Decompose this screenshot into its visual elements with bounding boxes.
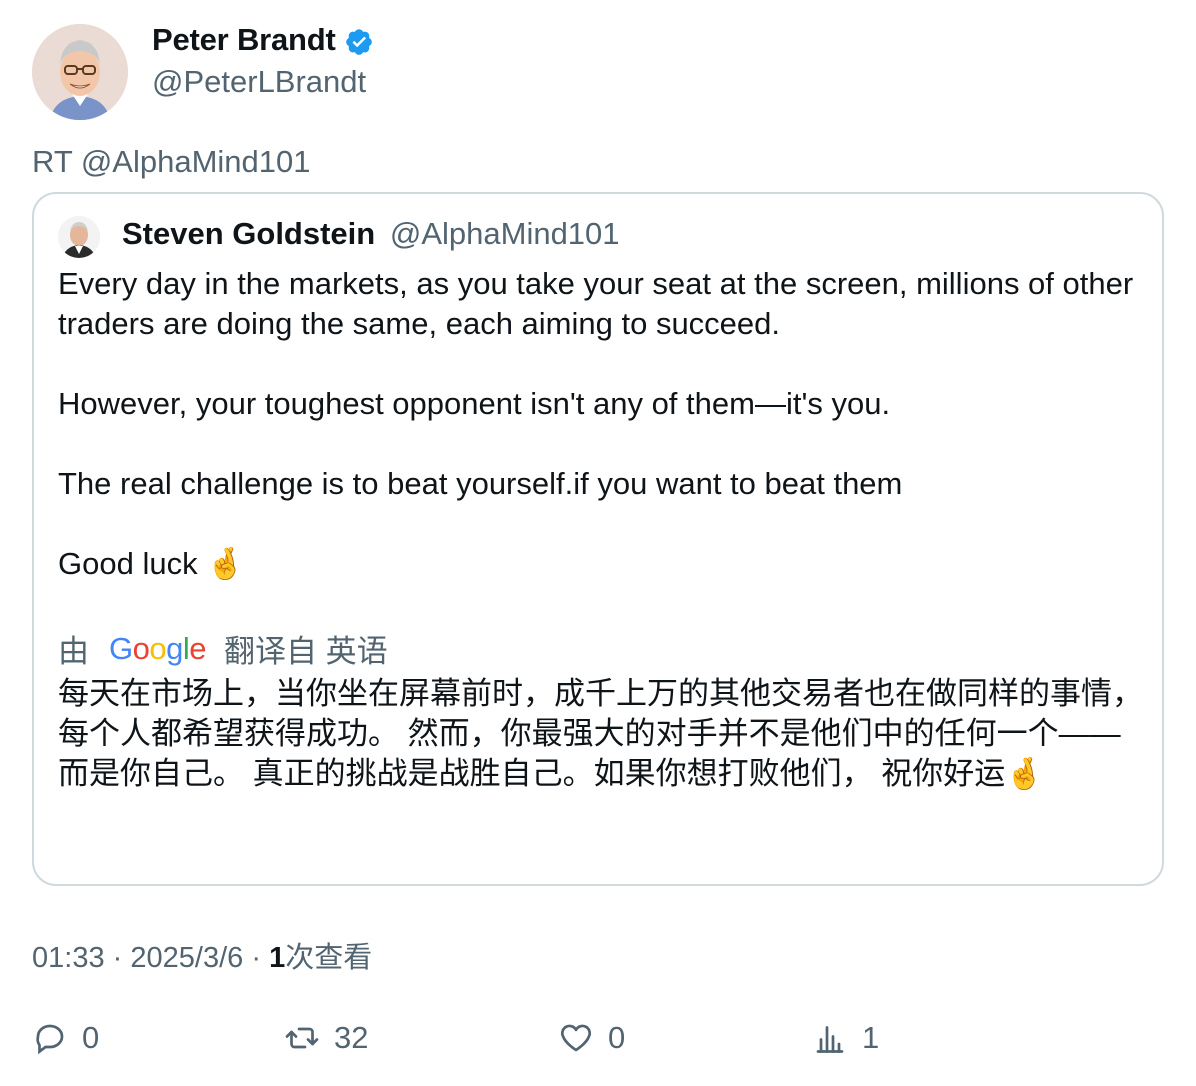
meta-separator: ·	[251, 942, 261, 974]
retweet-count: 32	[334, 1020, 369, 1055]
quoted-handle[interactable]: @AlphaMind101	[390, 216, 620, 251]
quoted-tweet-card[interactable]: Steven Goldstein @AlphaMind101 Every day…	[32, 192, 1164, 886]
quoted-paragraph	[58, 344, 1148, 384]
author-handle[interactable]: @PeterLBrandt	[152, 64, 366, 100]
quoted-header: Steven Goldstein @AlphaMind101	[122, 216, 620, 252]
views-button[interactable]: 1	[812, 1020, 879, 1056]
verified-badge-icon[interactable]	[344, 27, 374, 57]
analytics-icon	[816, 1026, 844, 1053]
retweet-button[interactable]: 32	[284, 1020, 368, 1056]
tweet-time[interactable]: 01:33	[32, 942, 105, 974]
quoted-paragraph: Good luck 🤞	[58, 546, 245, 581]
meta-separator: ·	[112, 942, 123, 974]
reply-count: 0	[82, 1020, 100, 1055]
tweet-date[interactable]: 2025/3/6	[130, 942, 243, 974]
quoted-display-name[interactable]: Steven Goldstein	[122, 216, 375, 251]
translated-from-label: 翻译自 英语	[224, 634, 388, 669]
like-count: 0	[608, 1020, 626, 1055]
reply-button[interactable]: 0	[32, 1020, 99, 1056]
quoted-paragraph: The real challenge is to beat yourself.i…	[58, 466, 903, 501]
retweet-icon	[285, 1027, 319, 1049]
views-label: 次查看	[285, 942, 373, 974]
quoted-paragraph	[58, 504, 1148, 544]
quoted-paragraph: However, your toughest opponent isn't an…	[58, 386, 891, 421]
quoted-paragraph: Every day in the markets, as you take yo…	[58, 266, 1134, 341]
author-avatar[interactable]	[32, 24, 128, 120]
quoted-author-avatar[interactable]	[58, 216, 100, 258]
author-display-name[interactable]: Peter Brandt	[152, 22, 336, 58]
quoted-paragraph	[58, 424, 1148, 464]
author-name-row: Peter Brandt	[152, 22, 374, 58]
quoted-tweet-text: Every day in the markets, as you take yo…	[58, 264, 1148, 584]
reply-icon	[36, 1024, 64, 1055]
heart-icon	[560, 1024, 592, 1052]
translation-attribution: 由 Google 翻译自 英语	[58, 626, 388, 671]
views-count: 1	[269, 942, 286, 974]
tweet-meta: 01:33 · 2025/3/6 · 1次查看	[32, 934, 372, 976]
tweet: Peter Brandt @PeterLBrandt RT @AlphaMind…	[0, 0, 1196, 1086]
translated-text: 每天在市场上，当你坐在屏幕前时，成千上万的其他交易者也在做同样的事情，每个人都希…	[58, 676, 1143, 791]
like-button[interactable]: 0	[558, 1020, 625, 1056]
views-action-count: 1	[862, 1020, 880, 1055]
retweet-label: RT @AlphaMind101	[32, 144, 311, 179]
google-logo[interactable]: Google	[109, 631, 207, 667]
translated-by-label: 由	[58, 634, 89, 669]
